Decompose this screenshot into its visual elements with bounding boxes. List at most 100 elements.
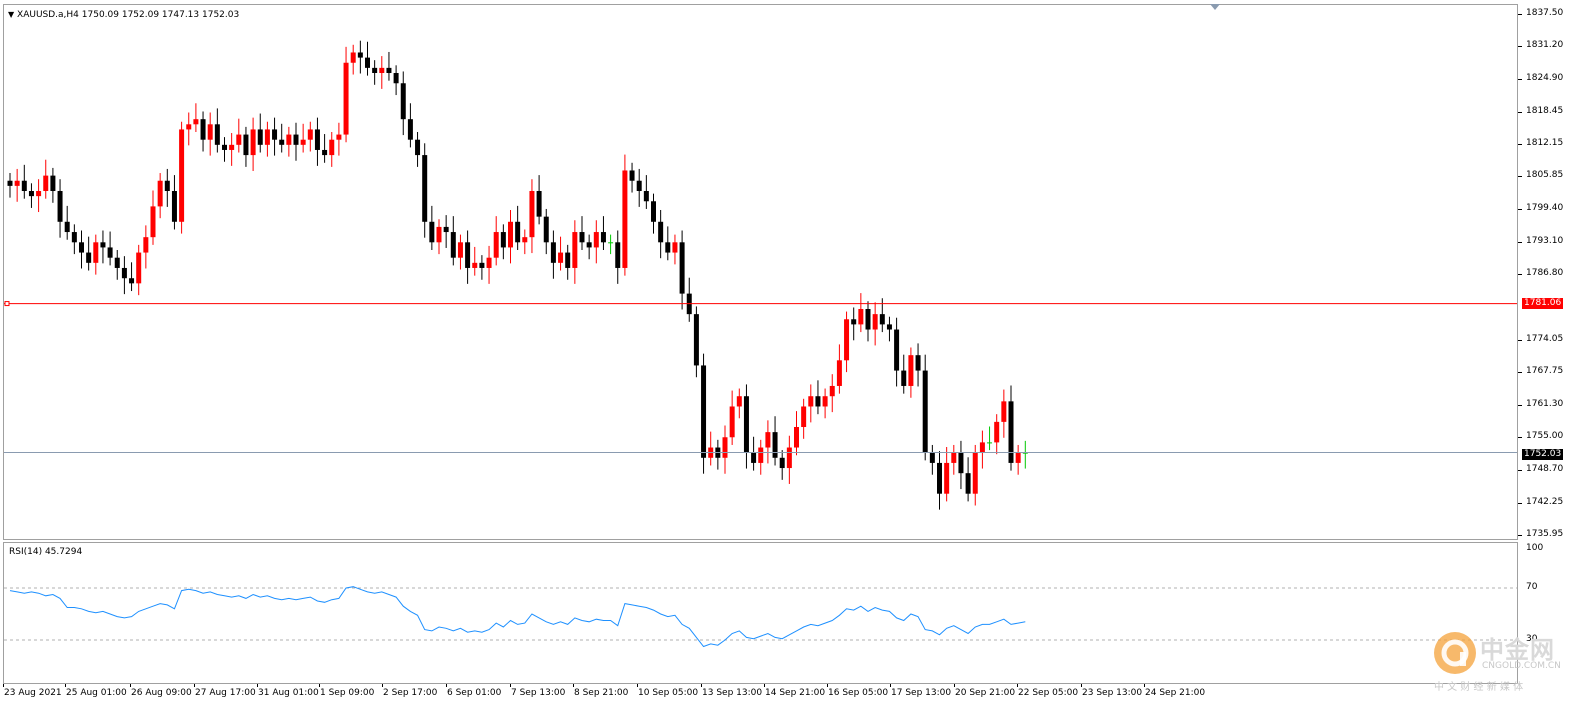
candle-body: [279, 139, 285, 145]
candle-body: [722, 437, 728, 458]
candle-body: [844, 319, 850, 361]
candle-body: [958, 452, 964, 474]
time-tick-mark: [573, 684, 574, 687]
price-tick-mark: [1518, 469, 1522, 471]
candle-body: [529, 191, 535, 238]
candle-body: [457, 242, 463, 258]
rsi-chart[interactable]: [4, 543, 1517, 683]
candle-body: [57, 191, 63, 222]
price-tick-mark: [1518, 209, 1522, 211]
candle-body: [615, 242, 621, 268]
candle-body: [651, 201, 656, 222]
candle-body: [257, 129, 263, 145]
candle-body: [794, 427, 799, 448]
time-tick-label: 17 Sep 13:00: [891, 688, 952, 698]
candle-body: [579, 232, 585, 243]
candle-body: [329, 139, 335, 156]
price-tick-label: 1831.20: [1526, 40, 1564, 51]
rsi-tick-label: 100: [1526, 543, 1544, 553]
time-tick-mark: [1081, 684, 1082, 687]
candle-body: [608, 242, 614, 244]
candle-body: [50, 175, 56, 192]
candle-body: [7, 180, 13, 186]
price-tick-mark: [1518, 78, 1522, 80]
brand-logo-icon: [1434, 632, 1476, 674]
price-tick-label: 1767.75: [1526, 365, 1564, 376]
brand-domain: CNGOLD.COM.CN: [1482, 661, 1561, 671]
candle-body: [86, 252, 92, 263]
candle-body: [937, 462, 942, 494]
time-tick-label: 20 Sep 21:00: [955, 688, 1016, 698]
candle-body: [772, 432, 778, 458]
time-tick-label: 24 Sep 21:00: [1145, 688, 1206, 698]
price-tick-mark: [1518, 241, 1522, 243]
candle-body: [786, 447, 792, 469]
candle-body: [179, 129, 185, 222]
time-tick-mark: [637, 684, 638, 687]
support-level-tag: 1781.06: [1522, 298, 1564, 309]
candle-body: [729, 406, 735, 438]
candle-body: [129, 278, 135, 284]
rsi-indicator-panel[interactable]: RSI(14) 45.7294: [3, 542, 1518, 684]
candle-body: [357, 52, 363, 58]
candle-body: [858, 309, 864, 325]
time-tick-mark: [194, 684, 195, 687]
time-tick-mark: [890, 684, 891, 687]
time-tick-mark: [65, 684, 66, 687]
time-tick-label: 14 Sep 21:00: [765, 688, 826, 698]
time-tick-mark: [446, 684, 447, 687]
price-tick-mark: [1518, 371, 1522, 373]
candle-body: [994, 421, 1000, 443]
candle-body: [894, 329, 900, 371]
candlestick-chart[interactable]: [4, 5, 1517, 539]
candle-body: [622, 170, 628, 268]
candle-body: [951, 452, 957, 463]
time-tick-label: 2 Sep 17:00: [383, 688, 438, 698]
price-tick-label: 1748.70: [1526, 463, 1564, 474]
time-tick-label: 6 Sep 01:00: [447, 688, 502, 698]
price-chart-panel[interactable]: ▼ XAUUSD.a,H4 1750.09 1752.09 1747.13 17…: [3, 4, 1518, 540]
candle-body: [465, 242, 471, 268]
candle-body: [586, 242, 592, 248]
candle-body: [829, 385, 835, 397]
candle-body: [1001, 401, 1007, 422]
candle-body: [314, 129, 320, 150]
candle-body: [372, 67, 378, 74]
price-tick-label: 1742.25: [1526, 496, 1564, 507]
candle-body: [207, 124, 213, 140]
time-tick-mark: [827, 684, 828, 687]
candle-body: [415, 139, 421, 156]
candle-body: [643, 191, 649, 202]
time-tick-label: 26 Aug 09:00: [131, 688, 192, 698]
support-line-handle[interactable]: [4, 301, 10, 307]
price-axis[interactable]: 1837.50 1831.20 1824.90 1818.45 1812.15 1805.…: [1518, 0, 1584, 542]
price-tick-label: 1793.10: [1526, 235, 1564, 246]
candle-body: [422, 155, 428, 222]
time-tick-label: 22 Sep 05:00: [1018, 688, 1079, 698]
candle-body: [872, 314, 878, 330]
price-tick-label: 1812.15: [1526, 138, 1564, 149]
candle-body: [779, 457, 785, 469]
candle-body: [1015, 452, 1021, 463]
chart-shift-marker-icon[interactable]: [1210, 4, 1220, 10]
candle-body: [1008, 401, 1014, 463]
candle-body: [736, 396, 742, 407]
brand-name: 中金网: [1480, 636, 1555, 664]
candle-body: [21, 180, 27, 192]
candle-body: [322, 149, 328, 156]
candle-body: [851, 319, 857, 325]
collapse-triangle-icon[interactable]: ▼: [8, 10, 14, 19]
price-tick-mark: [1518, 46, 1522, 48]
candle-body: [629, 170, 635, 181]
time-axis[interactable]: 23 Aug 2021 25 Aug 01:00 26 Aug 09:00 27 Au…: [0, 684, 1518, 706]
candle-body: [865, 309, 871, 330]
candle-body: [508, 221, 513, 248]
current-price-tag: 1752.03: [1522, 449, 1564, 460]
price-tick-mark: [1518, 144, 1522, 146]
time-tick-mark: [130, 684, 131, 687]
candle-body: [71, 232, 77, 243]
candle-body: [815, 396, 821, 407]
candle-body: [979, 442, 985, 453]
time-tick-mark: [701, 684, 702, 687]
candle-body: [879, 314, 885, 325]
